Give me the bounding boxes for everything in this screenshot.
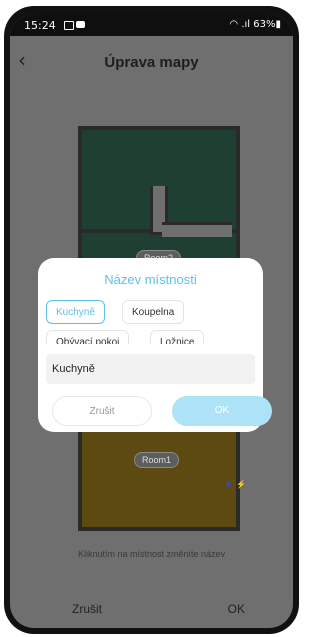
status-battery: ◠ .ıl 63%▮ [229, 19, 281, 30]
app-bar: ‹ Úprava mapy [10, 36, 293, 92]
room-name-input[interactable]: Kuchyně [46, 354, 255, 384]
bottom-cancel-button[interactable]: Zrušit [72, 602, 102, 616]
dialog-cancel-button[interactable]: Zrušit [52, 396, 152, 426]
screen: 15:24 ◠ .ıl 63%▮ ‹ Úprava mapy Room2 Roo… [10, 14, 293, 628]
battery-percent: 63% [253, 19, 276, 30]
dialog-ok-button[interactable]: OK [172, 396, 272, 426]
chip-koupelna[interactable]: Koupelna [122, 300, 185, 324]
room-label-room1[interactable]: Room1 [134, 452, 180, 468]
wifi-signal-icon: ◠ .ıl [229, 19, 254, 30]
room-name-dialog: Název místnosti Kuchyně Koupelna Obývací… [38, 258, 272, 432]
phone-frame: 15:24 ◠ .ıl 63%▮ ‹ Úprava mapy Room2 Roo… [4, 6, 299, 634]
room1-area[interactable] [78, 428, 240, 531]
dock-icon: ⚡ [236, 480, 246, 489]
page-title: Úprava mapy [104, 54, 199, 71]
notification-icon [76, 21, 85, 28]
chip-loznice[interactable]: Ložnice [150, 330, 205, 344]
chip-obyvaci-pokoj[interactable]: Obývací pokoj [46, 330, 130, 344]
dialog-title: Název místnosti [104, 272, 197, 287]
status-time: 15:24 [24, 19, 56, 32]
status-bar: 15:24 ◠ .ıl 63%▮ [10, 14, 293, 36]
bottom-bar: Zrušit OK [10, 584, 293, 628]
hint-text: Kliknutím na místnost změníte název [77, 549, 226, 559]
chip-row-clipped: Obývací pokoj Ložnice [46, 330, 256, 344]
gallery-icon [64, 21, 74, 30]
battery-icon: ▮ [275, 19, 281, 30]
chip-kuchyne[interactable]: Kuchyně [46, 300, 105, 324]
robot-icon [226, 482, 231, 487]
wall-notch-2 [162, 222, 232, 237]
bottom-ok-button[interactable]: OK [228, 602, 245, 616]
